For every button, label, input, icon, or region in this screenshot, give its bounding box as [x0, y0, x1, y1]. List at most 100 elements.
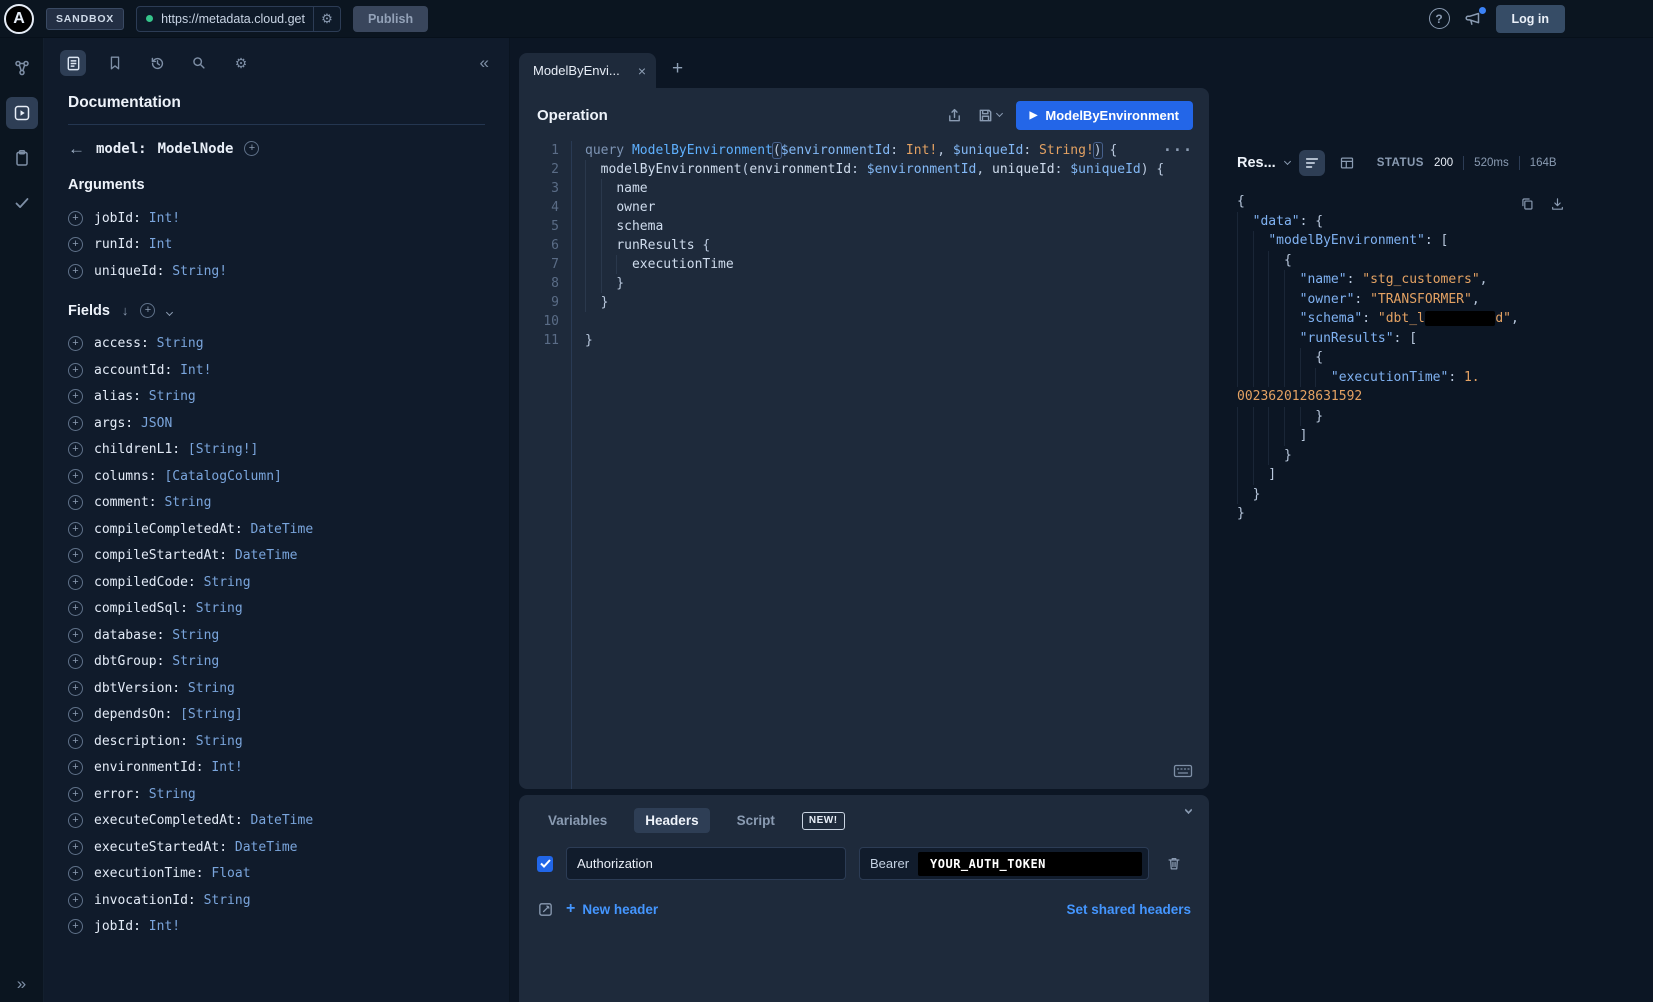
doc-field-row[interactable]: +compiledCode: String — [68, 569, 485, 596]
formatted-view-button[interactable] — [1299, 150, 1325, 176]
add-all-fields-icon[interactable]: + — [244, 141, 259, 156]
set-shared-headers-button[interactable]: Set shared headers — [1066, 902, 1191, 917]
chevron-down-icon[interactable] — [1284, 157, 1291, 164]
add-to-operation-icon[interactable]: + — [68, 522, 83, 537]
add-to-operation-icon[interactable]: + — [68, 840, 83, 855]
query-editor[interactable]: 1234567891011 query ModelByEnvironment($… — [519, 139, 1209, 789]
explorer-nav-button[interactable] — [6, 97, 38, 129]
doc-field-row[interactable]: +invocationId: String — [68, 887, 485, 914]
collapse-request-panel-button[interactable] — [1186, 811, 1191, 813]
doc-field-row[interactable]: +error: String — [68, 781, 485, 808]
add-to-operation-icon[interactable]: + — [68, 495, 83, 510]
auth-token-pill[interactable]: YOUR_AUTH_TOKEN — [918, 852, 1142, 876]
header-enabled-checkbox[interactable] — [537, 856, 553, 872]
doc-argument-row[interactable]: +jobId: Int! — [68, 205, 485, 232]
doc-field-row[interactable]: +childrenL1: [String!] — [68, 437, 485, 464]
tab-search[interactable] — [186, 50, 212, 76]
doc-field-row[interactable]: +executeStartedAt: DateTime — [68, 834, 485, 861]
doc-field-row[interactable]: +executeCompletedAt: DateTime — [68, 808, 485, 835]
login-button[interactable]: Log in — [1496, 5, 1566, 33]
new-header-button[interactable]: + New header — [566, 900, 658, 918]
add-to-operation-icon[interactable]: + — [68, 813, 83, 828]
run-operation-button[interactable]: ▶ ModelByEnvironment — [1016, 101, 1193, 130]
add-to-operation-icon[interactable]: + — [68, 760, 83, 775]
add-to-operation-icon[interactable]: + — [68, 442, 83, 457]
doc-argument-row[interactable]: +uniqueId: String! — [68, 258, 485, 285]
add-to-operation-icon[interactable]: + — [68, 389, 83, 404]
add-to-operation-icon[interactable]: + — [68, 707, 83, 722]
endpoint-url-text[interactable]: https://metadata.cloud.get — [153, 12, 313, 26]
help-button[interactable]: ? — [1429, 8, 1450, 29]
close-tab-button[interactable]: × — [638, 63, 646, 79]
editor-code[interactable]: query ModelByEnvironment($environmentId:… — [572, 141, 1209, 789]
tab-saved-operations[interactable] — [102, 50, 128, 76]
endpoint-url-input[interactable]: https://metadata.cloud.get ⚙ — [136, 6, 341, 32]
tab-headers[interactable]: Headers — [634, 808, 709, 833]
save-operation-button[interactable] — [977, 107, 1002, 124]
doc-field-row[interactable]: +accountId: Int! — [68, 357, 485, 384]
tab-documentation[interactable] — [60, 50, 86, 76]
doc-field-row[interactable]: +description: String — [68, 728, 485, 755]
doc-field-row[interactable]: +dbtVersion: String — [68, 675, 485, 702]
publish-button[interactable]: Publish — [353, 6, 428, 32]
add-to-operation-icon[interactable]: + — [68, 893, 83, 908]
share-operation-button[interactable] — [946, 107, 963, 124]
add-to-operation-icon[interactable]: + — [68, 575, 83, 590]
doc-field-row[interactable]: +comment: String — [68, 490, 485, 517]
doc-argument-row[interactable]: +runId: Int — [68, 232, 485, 259]
response-selector[interactable]: Res... — [1237, 155, 1276, 171]
collapse-doc-panel-button[interactable]: « — [480, 53, 489, 73]
doc-field-row[interactable]: +compileCompletedAt: DateTime — [68, 516, 485, 543]
operations-nav-button[interactable] — [6, 142, 38, 174]
add-to-operation-icon[interactable]: + — [68, 416, 83, 431]
expand-rail-button[interactable]: » — [0, 974, 43, 994]
header-presets-button[interactable] — [537, 901, 554, 918]
add-to-operation-icon[interactable]: + — [68, 548, 83, 563]
table-view-button[interactable] — [1334, 150, 1360, 176]
doc-field-row[interactable]: +compiledSql: String — [68, 596, 485, 623]
add-to-operation-icon[interactable]: + — [68, 363, 83, 378]
operation-tab[interactable]: ModelByEnvi... × — [519, 53, 656, 88]
doc-field-row[interactable]: +executionTime: Float — [68, 861, 485, 888]
sort-fields-button[interactable]: ↓ — [122, 303, 129, 318]
checks-nav-button[interactable] — [6, 187, 38, 219]
new-tab-button[interactable]: + — [672, 58, 683, 80]
add-to-operation-icon[interactable]: + — [68, 654, 83, 669]
editor-menu-button[interactable]: ··· — [1163, 141, 1193, 159]
add-fields-icon[interactable]: + — [140, 303, 155, 318]
add-to-operation-icon[interactable]: + — [68, 628, 83, 643]
fields-menu-button[interactable] — [167, 303, 172, 318]
delete-header-button[interactable] — [1166, 855, 1182, 872]
add-to-operation-icon[interactable]: + — [68, 681, 83, 696]
tab-settings[interactable]: ⚙ — [228, 50, 254, 76]
endpoint-settings-button[interactable]: ⚙ — [313, 6, 340, 32]
doc-field-row[interactable]: +dbtGroup: String — [68, 649, 485, 676]
add-to-operation-icon[interactable]: + — [68, 469, 83, 484]
add-to-operation-icon[interactable]: + — [68, 866, 83, 881]
doc-field-row[interactable]: +environmentId: Int! — [68, 755, 485, 782]
doc-field-row[interactable]: +dependsOn: [String] — [68, 702, 485, 729]
keyboard-shortcuts-button[interactable] — [1173, 763, 1193, 779]
add-to-operation-icon[interactable]: + — [68, 211, 83, 226]
doc-field-row[interactable]: +columns: [CatalogColumn] — [68, 463, 485, 490]
add-to-operation-icon[interactable]: + — [68, 601, 83, 616]
announcements-button[interactable] — [1462, 8, 1484, 30]
schema-nav-button[interactable] — [6, 52, 38, 84]
add-to-operation-icon[interactable]: + — [68, 264, 83, 279]
header-value-field[interactable]: Bearer YOUR_AUTH_TOKEN — [859, 847, 1149, 880]
header-key-input[interactable] — [566, 847, 846, 880]
add-to-operation-icon[interactable]: + — [68, 787, 83, 802]
doc-field-row[interactable]: +compileStartedAt: DateTime — [68, 543, 485, 570]
back-button[interactable]: ← — [68, 140, 85, 157]
tab-script[interactable]: Script — [726, 808, 786, 833]
add-to-operation-icon[interactable]: + — [68, 237, 83, 252]
doc-field-row[interactable]: +access: String — [68, 331, 485, 358]
add-to-operation-icon[interactable]: + — [68, 919, 83, 934]
tab-variables[interactable]: Variables — [537, 808, 618, 833]
apollo-logo[interactable]: A — [4, 4, 34, 34]
add-to-operation-icon[interactable]: + — [68, 734, 83, 749]
breadcrumb-type[interactable]: ModelNode — [158, 141, 234, 157]
doc-field-row[interactable]: +args: JSON — [68, 410, 485, 437]
add-to-operation-icon[interactable]: + — [68, 336, 83, 351]
tab-history[interactable] — [144, 50, 170, 76]
